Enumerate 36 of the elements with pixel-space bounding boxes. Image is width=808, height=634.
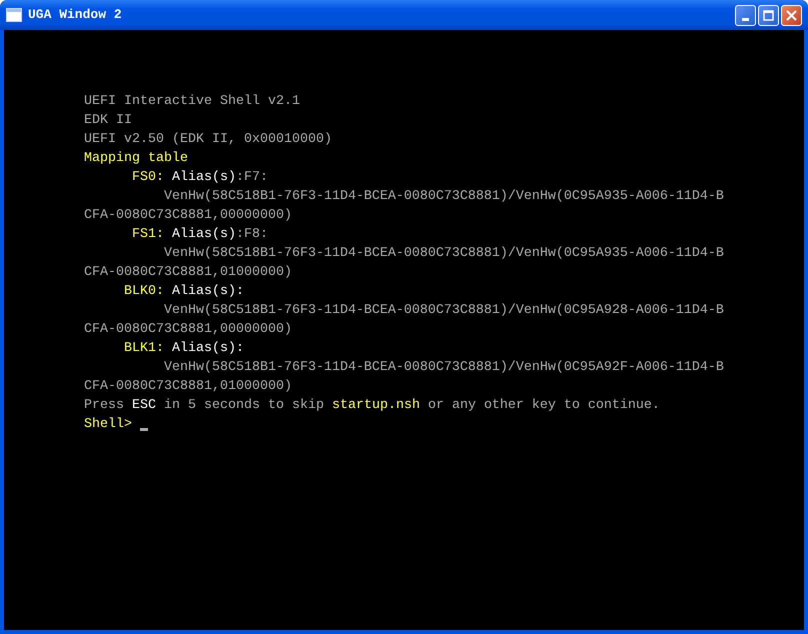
maximize-icon (763, 10, 774, 20)
console-text: CFA-0080C73C8881,00000000) (84, 321, 292, 339)
console-text: ESC (132, 397, 156, 415)
console-text: CFA-0080C73C8881,01000000) (84, 264, 292, 282)
console-text: Shell> (84, 416, 133, 434)
minimize-icon (742, 18, 749, 20)
console-text: :F8: (236, 226, 268, 244)
console-text: Alias(s) (170, 169, 236, 187)
console-text: :F7: (236, 169, 268, 187)
console-text: Mapping table (84, 150, 188, 168)
console-text: UEFI Interactive Shell v2.1 (84, 93, 300, 111)
console-text: Alias(s) (170, 226, 236, 244)
console-text: BLK1: (122, 340, 164, 358)
console-text: in 5 seconds to skip (162, 397, 325, 415)
console-text: startup.nsh (332, 397, 420, 415)
console-text: Alias(s): (170, 340, 244, 358)
close-button[interactable] (781, 4, 802, 26)
console-text: Press (84, 397, 125, 415)
console-text: or any other key to continue. (426, 397, 660, 415)
console-text: VenHw(58C518B1-76F3-11D4-BCEA-0080C73C8881)/VenHw(0C95A935-A006-11D4-B (162, 245, 724, 263)
console-text: FS1: (130, 226, 164, 244)
console-text: BLK0: (122, 283, 164, 301)
maximize-button[interactable] (758, 4, 779, 26)
console-text: CFA-0080C73C8881,00000000) (84, 207, 292, 225)
console-text: Alias(s): (170, 283, 244, 301)
close-icon (786, 10, 797, 20)
console-text: CFA-0080C73C8881,01000000) (84, 378, 292, 396)
window-title: UGA Window 2 (28, 6, 122, 24)
console-text: EDK II (84, 112, 132, 130)
console-text: UEFI v2.50 (EDK II, 0x00010000) (84, 131, 332, 149)
console-text: VenHw(58C518B1-76F3-11D4-BCEA-0080C73C8881)/VenHw(0C95A92F-A006-11D4-B (162, 359, 724, 377)
window-icon (6, 8, 22, 22)
console-text: VenHw(58C518B1-76F3-11D4-BCEA-0080C73C8881)/VenHw(0C95A935-A006-11D4-B (162, 188, 724, 206)
console-text: FS0: (130, 169, 164, 187)
minimize-button[interactable] (735, 4, 756, 26)
console-text: VenHw(58C518B1-76F3-11D4-BCEA-0080C73C8881)/VenHw(0C95A928-A006-11D4-B (162, 302, 724, 320)
